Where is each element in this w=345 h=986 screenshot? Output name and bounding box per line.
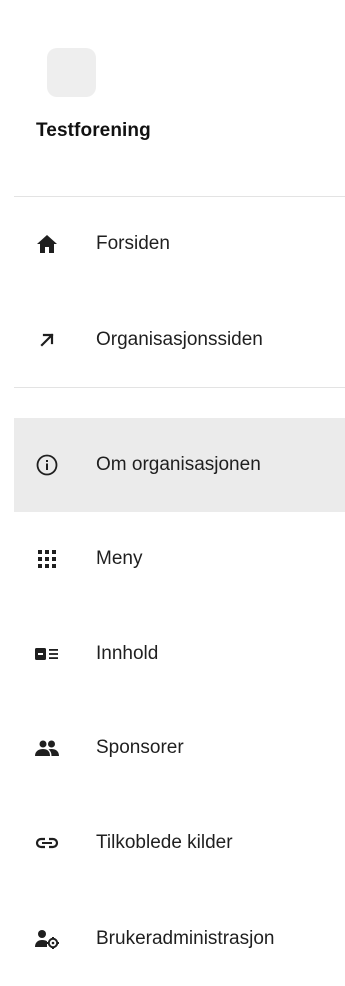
user-settings-icon xyxy=(35,927,59,951)
nav-item-sponsorer[interactable]: Sponsorer xyxy=(14,701,345,795)
arrow-up-right-icon xyxy=(35,328,59,352)
organization-logo xyxy=(47,48,96,97)
info-icon xyxy=(35,453,59,477)
nav-item-label: Sponsorer xyxy=(96,737,184,758)
nav-item-label: Tilkoblede kilder xyxy=(96,832,233,853)
nav-item-label: Brukeradministrasjon xyxy=(96,928,275,949)
sidebar: Testforening Forsiden Organisasjonssiden xyxy=(0,0,345,974)
nav-item-tilkoblede-kilder[interactable]: Tilkoblede kilder xyxy=(14,796,345,890)
home-icon xyxy=(35,232,59,256)
nav-item-label: Om organisasjonen xyxy=(96,454,261,475)
link-icon xyxy=(35,831,59,855)
organization-name: Testforening xyxy=(36,120,151,141)
people-icon xyxy=(35,736,59,760)
divider xyxy=(14,387,345,388)
nav-item-label: Meny xyxy=(96,548,143,569)
nav-item-meny[interactable]: Meny xyxy=(14,512,345,606)
nav-item-label: Innhold xyxy=(96,643,159,664)
nav-item-forsiden[interactable]: Forsiden xyxy=(14,197,345,291)
nav-item-om-organisasjonen[interactable]: Om organisasjonen xyxy=(14,418,345,512)
nav-item-label: Organisasjonssiden xyxy=(96,329,263,350)
nav-item-organisasjonssiden[interactable]: Organisasjonssiden xyxy=(14,293,345,387)
nav-item-innhold[interactable]: Innhold xyxy=(14,607,345,701)
nav-item-label: Forsiden xyxy=(96,233,170,254)
grid-dots-icon xyxy=(35,547,59,571)
organization-header: Testforening xyxy=(0,0,345,196)
nav-item-brukeradministrasjon[interactable]: Brukeradministrasjon xyxy=(14,892,345,986)
content-list-icon xyxy=(35,642,59,666)
